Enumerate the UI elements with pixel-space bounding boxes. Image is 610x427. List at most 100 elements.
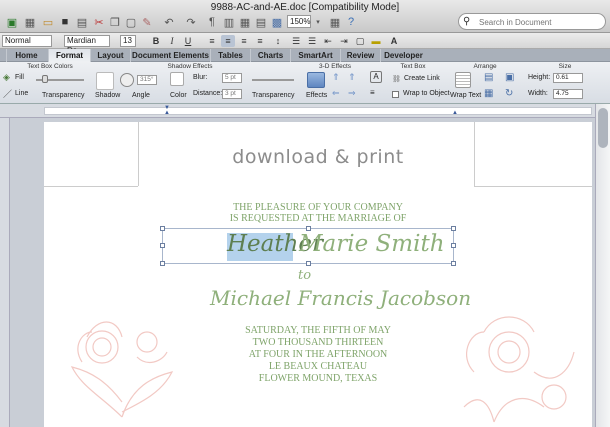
text-direction-icon[interactable]: A	[370, 71, 382, 83]
right-indent-marker-icon[interactable]: ▲	[452, 110, 458, 116]
indent-marker-icon[interactable]: ▲	[164, 110, 170, 116]
shadow-icon[interactable]	[96, 72, 114, 90]
angle-dial-icon[interactable]	[120, 73, 134, 87]
wrap-to-object-checkbox[interactable]	[392, 91, 399, 98]
tilt-right-icon[interactable]: ⇒	[348, 88, 360, 98]
font-size-select[interactable]: 13	[120, 35, 136, 47]
underline-button[interactable]: U	[182, 35, 194, 47]
resize-handle[interactable]	[306, 261, 311, 266]
copy-icon[interactable]: ❐	[108, 14, 122, 30]
paste-icon[interactable]: ▢	[124, 14, 138, 30]
table-icon[interactable]: ▦	[238, 14, 252, 30]
redo-icon[interactable]: ↷	[182, 14, 200, 30]
search-box[interactable]: ⚲	[458, 13, 606, 30]
color-swatch-icon[interactable]	[170, 72, 184, 86]
zoom-field[interactable]: 150%	[287, 15, 311, 28]
new-doc-icon[interactable]: ▣	[4, 14, 20, 30]
undo-icon[interactable]: ↶	[160, 14, 178, 30]
align-text-icon[interactable]: ≡	[370, 88, 382, 98]
width-field[interactable]: 4.75	[553, 89, 583, 99]
borders-icon[interactable]: ▢	[354, 35, 366, 47]
tab-document-elements[interactable]: Document Elements	[130, 49, 210, 62]
effects-label[interactable]: Effects	[306, 92, 327, 99]
resize-handle[interactable]	[306, 226, 311, 231]
gallery-icon[interactable]: ▦	[328, 14, 342, 30]
highlight-icon[interactable]: ▬	[370, 35, 382, 47]
print-icon[interactable]: ▤	[74, 14, 90, 30]
reorder-icon[interactable]: ▤	[484, 72, 498, 84]
align-right-icon[interactable]: ≡	[238, 35, 250, 47]
format-painter-icon[interactable]: ✎	[140, 14, 154, 30]
angle-field[interactable]: 315°	[137, 75, 157, 85]
group-icon[interactable]: ▦	[484, 88, 498, 100]
tab-developer[interactable]: Developer	[380, 49, 426, 62]
pilcrow-icon[interactable]: ¶	[206, 14, 218, 30]
columns-icon[interactable]: ▤	[254, 14, 268, 30]
resize-handle[interactable]	[451, 261, 456, 266]
group-title: Text Box	[400, 63, 426, 70]
sidebar-icon[interactable]: ▥	[222, 14, 236, 30]
blur-field[interactable]: 5 pt	[222, 73, 242, 83]
cut-icon[interactable]: ✂	[92, 14, 106, 30]
tilt-left-icon[interactable]: ⇐	[332, 88, 344, 98]
media-icon[interactable]: ▩	[270, 14, 284, 30]
increase-indent-icon[interactable]: ⇥	[338, 35, 350, 47]
vertical-scrollbar[interactable]	[595, 104, 610, 427]
help-icon[interactable]: ?	[344, 14, 358, 30]
wrap-text-icon[interactable]	[455, 72, 471, 88]
fill-icon[interactable]: ◈	[3, 72, 13, 82]
selected-text-box[interactable]: Heather Marie Smith	[160, 226, 456, 266]
horizontal-ruler[interactable]: ▼ ▲ ▲	[0, 104, 610, 118]
font-color-icon[interactable]: A	[388, 35, 400, 47]
style-select[interactable]: Normal	[2, 35, 52, 47]
create-link-button[interactable]: Create Link	[404, 75, 440, 82]
line-icon[interactable]: ／	[3, 87, 13, 99]
document-page[interactable]: download & print THE PLEASURE OF YOUR CO…	[44, 122, 592, 427]
invitation-line: THE PLEASURE OF YOUR COMPANY	[233, 202, 403, 213]
slider-thumb[interactable]	[42, 75, 48, 83]
resize-handle[interactable]	[451, 243, 456, 248]
font-select[interactable]: Mardian De...	[64, 35, 110, 55]
tab-smartart[interactable]: SmartArt	[290, 49, 340, 62]
resize-handle[interactable]	[451, 226, 456, 231]
align-left-icon[interactable]: ≡	[206, 35, 218, 47]
color-label[interactable]: Color	[170, 92, 187, 99]
search-input[interactable]	[479, 16, 603, 28]
ribbon-panel: Text Box Colors Shadow Effects 3-D Effec…	[0, 62, 610, 104]
open-icon[interactable]: ▭	[40, 14, 56, 30]
wrap-text-label[interactable]: Wrap Text	[450, 92, 481, 99]
align-objects-icon[interactable]: ▣	[505, 72, 519, 84]
align-center-icon[interactable]: ≡	[221, 35, 235, 47]
line-label[interactable]: Line	[15, 90, 28, 97]
line-spacing-icon[interactable]: ↕	[272, 35, 284, 47]
bullets-icon[interactable]: ☰	[290, 35, 302, 47]
distance-field[interactable]: 3 pt	[222, 89, 242, 99]
tab-home[interactable]: Home	[6, 49, 46, 62]
tab-format[interactable]: Format	[48, 49, 90, 62]
bold-button[interactable]: B	[150, 35, 162, 47]
shadow-label[interactable]: Shadow	[95, 92, 120, 99]
save-icon[interactable]: ■	[57, 14, 73, 30]
height-field[interactable]: 0.61	[553, 73, 583, 83]
vertical-ruler[interactable]	[0, 118, 10, 427]
3d-effects-icon[interactable]	[307, 72, 325, 88]
scroll-thumb[interactable]	[598, 108, 608, 148]
tab-layout[interactable]: Layout	[90, 49, 130, 62]
tab-tables[interactable]: Tables	[210, 49, 250, 62]
decrease-indent-icon[interactable]: ⇤	[322, 35, 334, 47]
numbering-icon[interactable]: ☰	[306, 35, 318, 47]
zoom-dropdown-icon[interactable]: ▾	[313, 14, 323, 30]
resize-handle[interactable]	[160, 243, 165, 248]
tab-charts[interactable]: Charts	[250, 49, 290, 62]
tilt-up-icon[interactable]: ⇑	[332, 72, 344, 82]
rotate-icon[interactable]: ↻	[505, 88, 519, 100]
justify-icon[interactable]: ≡	[254, 35, 266, 47]
italic-button[interactable]: I	[166, 35, 178, 47]
shadow-transparency-slider[interactable]	[252, 79, 294, 81]
tab-review[interactable]: Review	[340, 49, 380, 62]
resize-handle[interactable]	[160, 226, 165, 231]
fill-label[interactable]: Fill	[15, 74, 24, 81]
resize-handle[interactable]	[160, 261, 165, 266]
templates-icon[interactable]: ▦	[22, 14, 38, 30]
tilt-up-right-icon[interactable]: ⇑	[348, 72, 360, 82]
